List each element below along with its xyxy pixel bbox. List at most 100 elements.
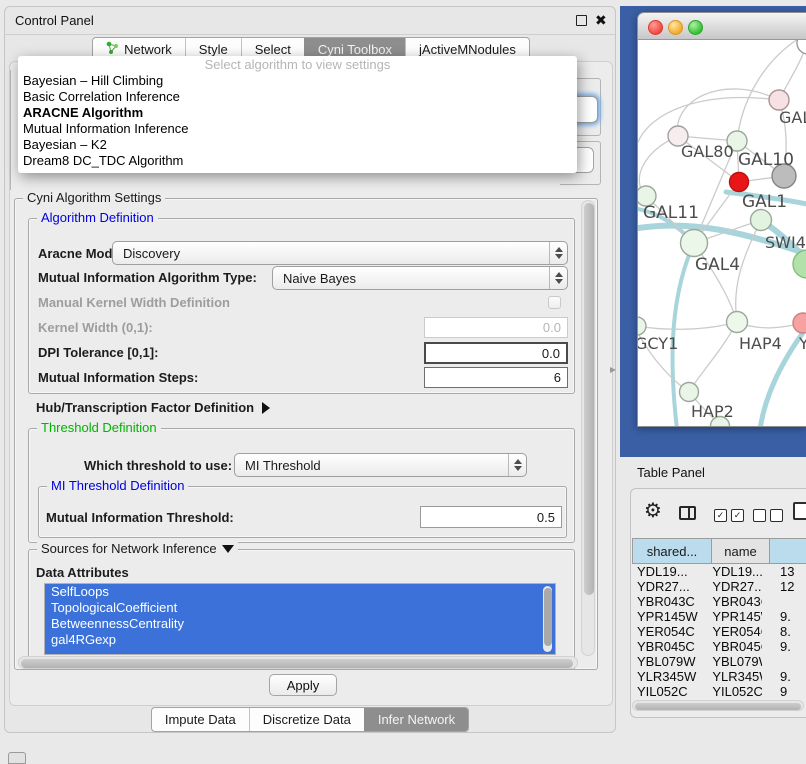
dropdown-item[interactable]: Basic Correlation Inference [18,89,577,105]
aracne-mode-combo[interactable]: Discovery [112,241,568,265]
cursor-pointer [610,367,616,373]
table-cell: YBR045C [707,639,762,654]
table-hscrollbar[interactable] [632,700,804,711]
network-node[interactable] [793,250,806,278]
table-cell: YDL19... [707,564,762,579]
tab-infer-network[interactable]: Infer Network [364,708,468,731]
table-header[interactable]: shared...name [632,538,806,564]
attribute-list-item[interactable]: BetweennessCentrality [45,616,555,632]
float-window-icon[interactable] [576,15,587,26]
network-node[interactable] [680,383,699,402]
data-attributes-list[interactable]: SelfLoopsTopologicalCoefficientBetweenne… [44,583,556,655]
list-vscrollbar-thumb[interactable] [544,588,552,646]
gear-icon[interactable]: ⚙ [644,501,662,521]
dpi-tolerance-label: DPI Tolerance [0,1]: [38,345,158,360]
dropdown-item[interactable]: Bayesian – K2 [18,137,577,153]
list-vscrollbar[interactable] [543,586,552,652]
attribute-list-item[interactable]: gal4RGexp [45,632,555,648]
network-edge[interactable] [689,322,737,392]
which-threshold-label: Which threshold to use: [84,458,232,473]
table-column-header[interactable]: shared... [632,538,712,564]
table-cell: YPR145W [632,609,707,624]
combo-stepper-icon[interactable] [508,454,526,476]
hub-definition-expander[interactable]: Hub/Transcription Factor Definition [36,399,270,417]
minimize-window-icon[interactable] [668,20,683,35]
apply-button[interactable]: Apply [269,674,337,696]
table-cell: 8. [762,624,806,639]
show-columns-icon[interactable]: ✓✓ [714,509,744,522]
mi-threshold-field[interactable]: 0.5 [420,506,562,528]
mi-type-value: Naive Bayes [273,267,549,289]
dropdown-item[interactable]: ARACNE Algorithm [18,105,577,121]
new-column-icon[interactable] [793,502,806,520]
table-row[interactable]: YDR27...YDR27...12 [632,579,806,594]
table-row[interactable]: YPR145WYPR145W9. [632,609,806,624]
node-label: HAP2 [691,402,734,421]
network-edge[interactable] [638,98,779,142]
attribute-list-item[interactable]: SelfLoops [45,584,555,600]
table-hscrollbar-thumb[interactable] [635,703,801,710]
table-column-header[interactable] [770,538,806,564]
network-node[interactable] [727,312,748,333]
expand-right-icon[interactable] [262,402,270,414]
node-label: GAL [779,108,806,127]
table-row[interactable]: YBL079WYBL079W [632,654,806,669]
dropdown-item[interactable]: Mutual Information Inference [18,121,577,137]
table-row[interactable]: YBR043CYBR043C [632,594,806,609]
dropdown-prompt: Select algorithm to view settings [18,56,577,73]
network-node[interactable] [797,40,806,54]
which-threshold-combo[interactable]: MI Threshold [234,453,527,477]
manual-kernel-checkbox[interactable] [548,296,561,309]
tab-impute-data[interactable]: Impute Data [152,708,249,731]
dropdown-item[interactable]: Dream8 DC_TDC Algorithm [18,153,577,169]
minimized-panel-icon[interactable] [8,752,26,764]
combo-stepper-icon[interactable] [549,267,567,289]
network-node[interactable] [793,313,806,333]
settings-hscrollbar-thumb[interactable] [21,659,573,668]
network-node[interactable] [730,173,749,192]
table-row[interactable]: YLR345WYLR345W9. [632,669,806,684]
collapse-down-icon[interactable] [222,545,234,553]
table-cell: YLR345W [707,669,762,684]
attribute-list-item[interactable]: TopologicalCoefficient [45,600,555,616]
close-panel-icon[interactable]: ✖ [595,15,607,26]
sources-legend: Sources for Network Inference [37,541,238,556]
maximize-window-icon[interactable] [688,20,703,35]
network-edge[interactable] [638,322,737,329]
network-node[interactable] [769,90,789,110]
network-window-titlebar[interactable] [638,13,806,40]
hide-columns-icon[interactable] [753,509,783,522]
network-view-window[interactable]: GALGAL80GAL10GAL1GAL11SWI4GAL4GCY1HAP4YH… [637,12,806,427]
table-cell: 9 [762,684,806,698]
attribute-list-item[interactable] [45,648,555,655]
mi-threshold-legend: MI Threshold Definition [47,478,188,493]
network-edge[interactable] [677,89,779,136]
table-column-header[interactable]: name [712,538,770,564]
tab-discretize-data[interactable]: Discretize Data [249,708,364,731]
combo-stepper-icon[interactable] [549,242,567,264]
settings-vscrollbar-thumb[interactable] [584,203,594,595]
sources-title: Sources for Network Inference [41,541,217,556]
which-threshold-value: MI Threshold [235,454,508,476]
dpi-tolerance-field[interactable]: 0.0 [424,342,568,364]
table-row[interactable]: YDL19...YDL19...13 [632,564,806,579]
node-label: GAL4 [695,255,740,275]
table-cell: 9. [762,609,806,624]
close-window-icon[interactable] [648,20,663,35]
table-row[interactable]: YIL052CYIL052C9 [632,684,806,698]
settings-vscrollbar[interactable] [581,200,595,656]
table-row[interactable]: YBR045CYBR045C9. [632,639,806,654]
table-rows[interactable]: YDL19...YDL19...13YDR27...YDR27...12YBR0… [632,564,806,698]
mi-steps-field[interactable]: 6 [424,367,568,388]
network-node[interactable] [751,210,772,231]
network-canvas[interactable]: GALGAL80GAL10GAL1GAL11SWI4GAL4GCY1HAP4YH… [638,40,806,427]
table-row[interactable]: YER054CYER054C8. [632,624,806,639]
kernel-width-field[interactable]: 0.0 [424,317,568,338]
split-columns-icon[interactable] [679,506,696,520]
mi-type-combo[interactable]: Naive Bayes [272,266,568,290]
settings-hscrollbar[interactable] [18,656,578,669]
dropdown-item[interactable]: Bayesian – Hill Climbing [18,73,577,89]
network-node[interactable] [681,230,708,257]
network-node[interactable] [638,317,646,335]
mi-steps-label: Mutual Information Steps: [38,370,198,385]
